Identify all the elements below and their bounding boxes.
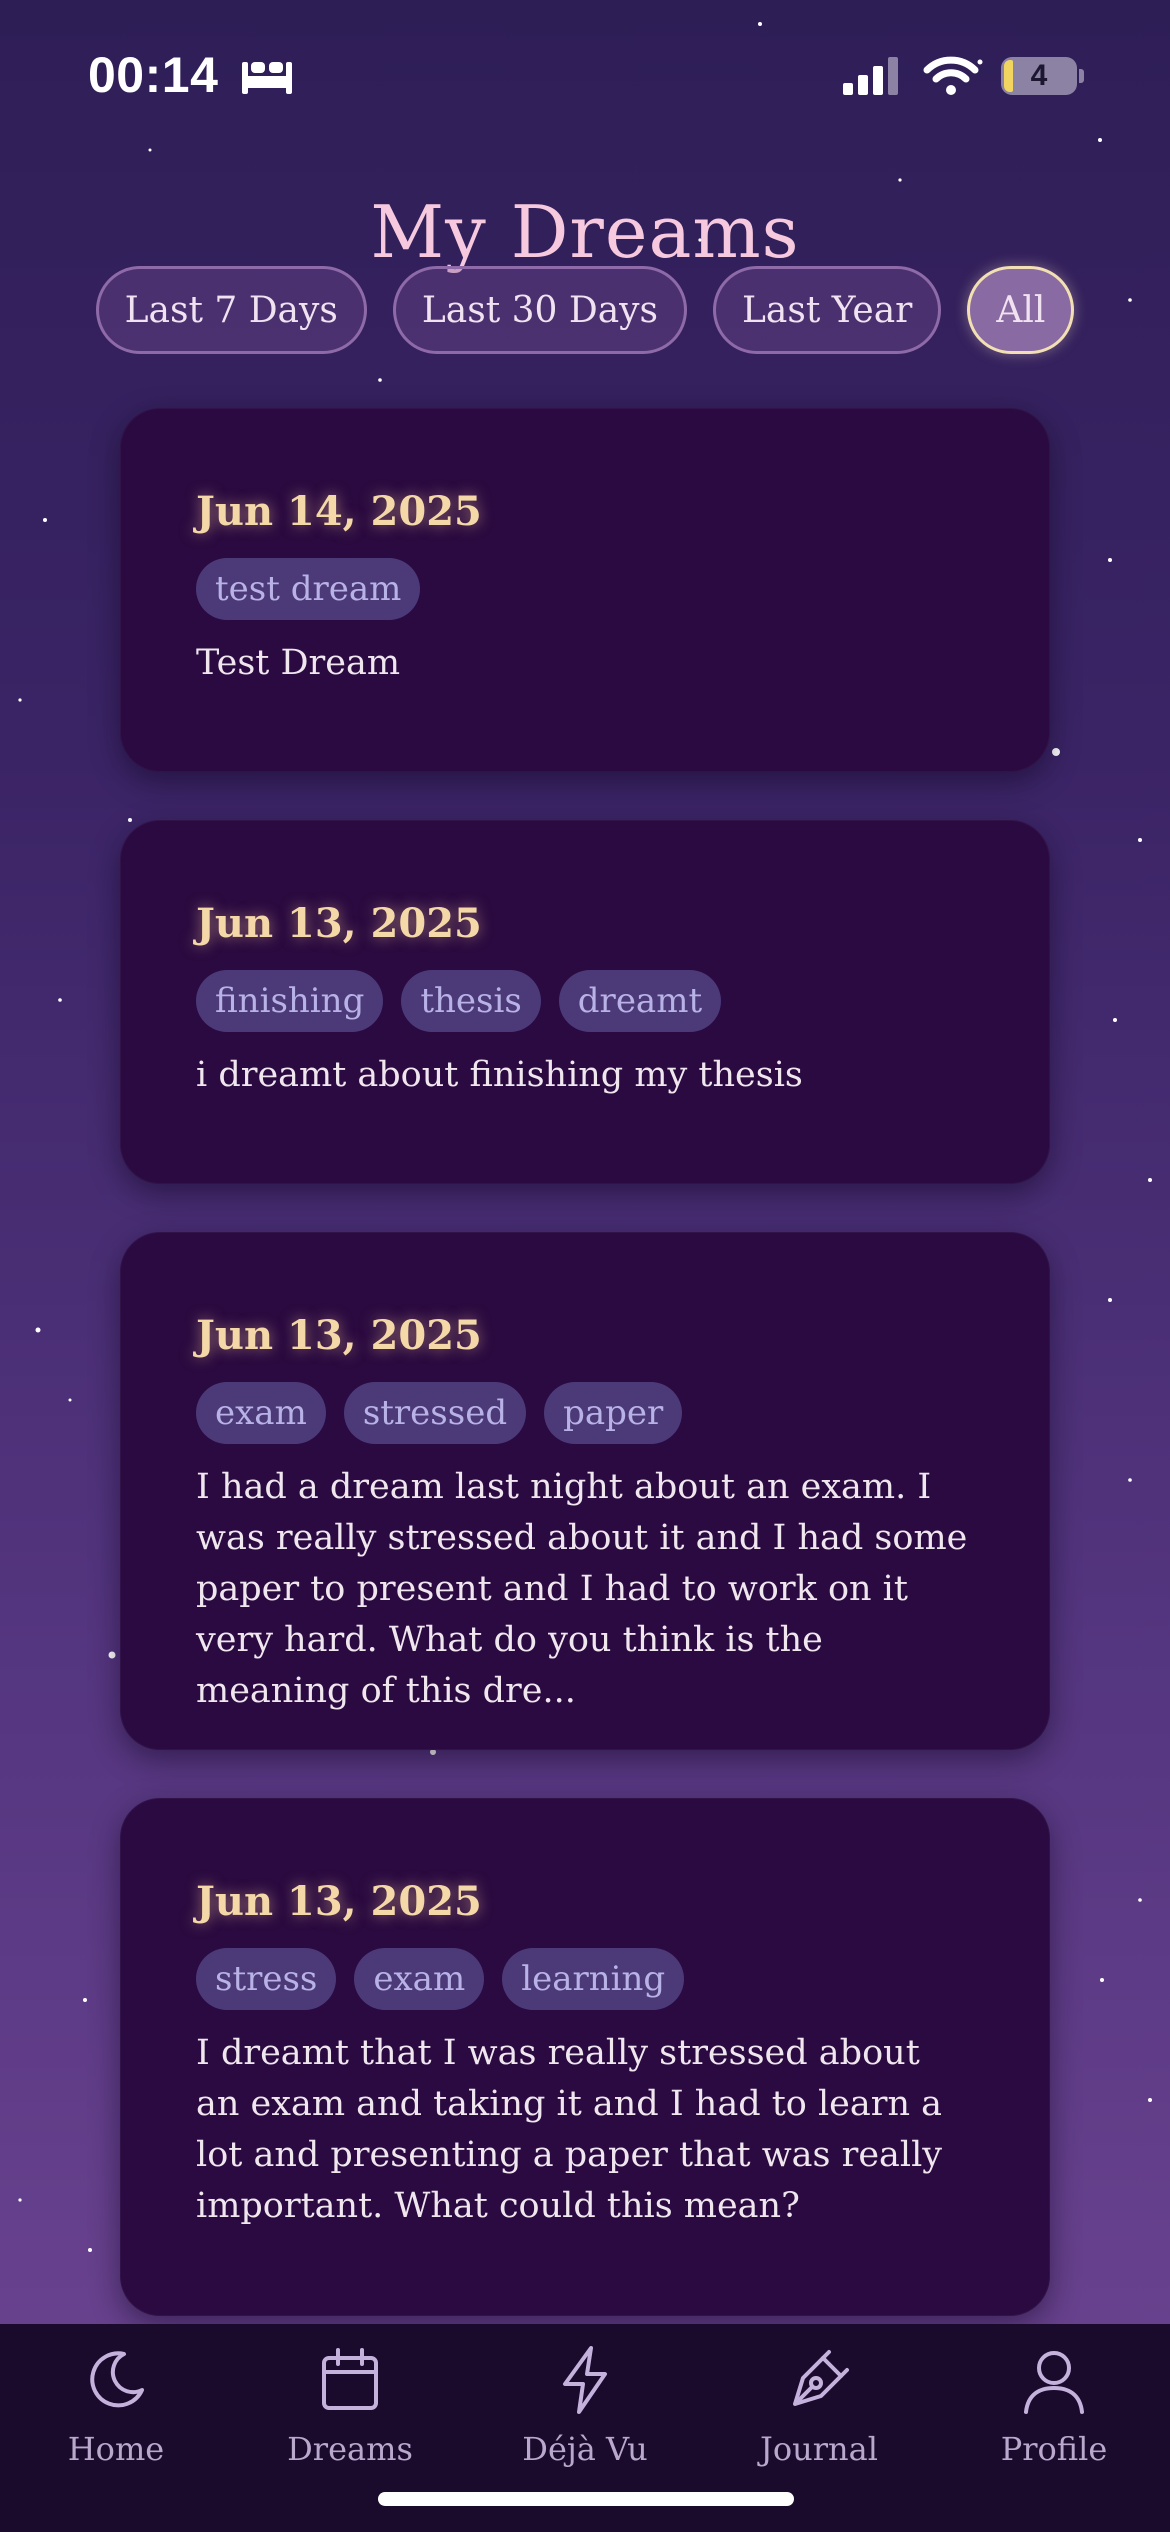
battery-icon: 4 bbox=[1001, 57, 1077, 95]
dream-tag: paper bbox=[544, 1382, 683, 1444]
moon-icon bbox=[90, 2351, 144, 2408]
tab-dreams-label: Dreams bbox=[287, 2430, 413, 2468]
dream-date: Jun 14, 2025 bbox=[196, 488, 482, 535]
pen-nib-icon bbox=[793, 2350, 849, 2406]
bed-icon bbox=[242, 62, 292, 94]
dream-tag: finishing bbox=[196, 970, 384, 1032]
tab-home-label: Home bbox=[67, 2430, 165, 2468]
filter-last-30-days[interactable]: Last 30 Days bbox=[392, 266, 687, 354]
dream-text: i dreamt about finishing my thesis bbox=[196, 1055, 803, 1095]
dream-date: Jun 13, 2025 bbox=[196, 900, 482, 947]
tag-list: stress exam learning bbox=[196, 1948, 974, 2010]
home-indicator[interactable] bbox=[378, 2492, 794, 2506]
dream-date: Jun 13, 2025 bbox=[196, 1312, 482, 1359]
dream-card[interactable]: Jun 13, 2025 stress exam learning I drea… bbox=[120, 1798, 1050, 2316]
tab-journal-label: Journal bbox=[760, 2430, 878, 2468]
tab-dreams[interactable]: Dreams bbox=[260, 2344, 440, 2468]
dream-text: I dreamt that I was really stressed abou… bbox=[196, 2033, 943, 2226]
tab-home[interactable]: Home bbox=[26, 2344, 206, 2468]
tab-deja-vu-label: Déjà Vu bbox=[522, 2430, 648, 2468]
dream-card[interactable]: Jun 13, 2025 finishing thesis dreamt i d… bbox=[120, 820, 1050, 1184]
dream-tag: stressed bbox=[343, 1382, 527, 1444]
lightning-icon bbox=[563, 2346, 607, 2414]
wifi-icon bbox=[923, 56, 979, 95]
filter-all[interactable]: All bbox=[967, 266, 1075, 354]
dream-tag: dreamt bbox=[558, 970, 722, 1032]
tag-list: finishing thesis dreamt bbox=[196, 970, 974, 1032]
dream-text: I had a dream last night about an exam. … bbox=[196, 1467, 968, 1711]
date-filter-bar: Last 7 Days Last 30 Days Last Year All bbox=[0, 266, 1170, 354]
cellular-signal-icon bbox=[843, 57, 898, 95]
dream-card[interactable]: Jun 14, 2025 test dream Test Dream bbox=[120, 408, 1050, 772]
dream-date: Jun 13, 2025 bbox=[196, 1878, 482, 1925]
user-icon bbox=[1024, 2351, 1084, 2414]
filter-last-7-days[interactable]: Last 7 Days bbox=[95, 266, 367, 354]
tab-profile-label: Profile bbox=[1000, 2430, 1108, 2468]
dream-card[interactable]: Jun 13, 2025 exam stressed paper I had a… bbox=[120, 1232, 1050, 1750]
dream-tag: learning bbox=[502, 1948, 685, 2010]
page-title: My Dreams bbox=[370, 190, 800, 275]
battery-level: 4 bbox=[1030, 59, 1048, 92]
status-bar: 00:14 4 bbox=[0, 0, 1170, 150]
tab-profile[interactable]: Profile bbox=[964, 2344, 1144, 2468]
filter-last-year[interactable]: Last Year bbox=[713, 266, 942, 354]
dream-tag: stress bbox=[196, 1948, 337, 2010]
status-time: 00:14 bbox=[88, 47, 219, 103]
dream-text: Test Dream bbox=[196, 643, 401, 683]
tab-journal[interactable]: Journal bbox=[729, 2344, 909, 2468]
dream-tag: thesis bbox=[401, 970, 541, 1032]
dream-tag: exam bbox=[196, 1382, 326, 1444]
tag-list: exam stressed paper bbox=[196, 1382, 974, 1444]
tab-deja-vu[interactable]: Déjà Vu bbox=[495, 2344, 675, 2468]
tag-list: test dream bbox=[196, 558, 974, 620]
dream-tag: test dream bbox=[196, 558, 421, 620]
dream-tag: exam bbox=[354, 1948, 485, 2010]
calendar-icon bbox=[322, 2348, 378, 2410]
